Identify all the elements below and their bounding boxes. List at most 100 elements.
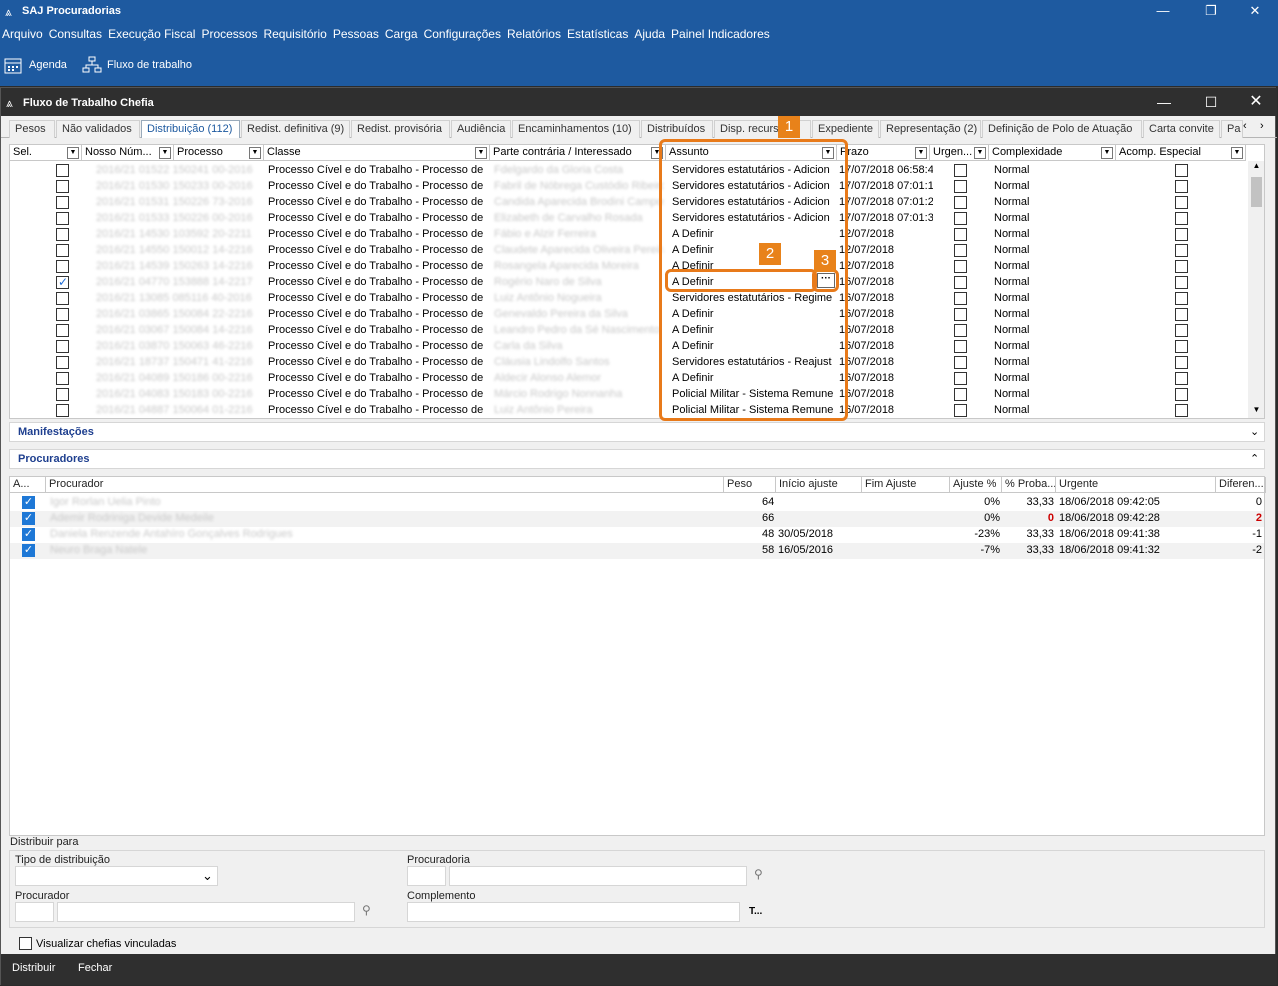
table-row[interactable]: 2016/21 01531 150226 73-20160512-00-8523…: [10, 195, 1248, 211]
procuradores-column-header-5[interactable]: Ajuste %: [950, 477, 1002, 493]
procurador-active-checkbox[interactable]: ✓: [22, 528, 35, 541]
filter-dropdown-icon[interactable]: ▼: [249, 147, 261, 159]
tab-13[interactable]: Pa: [1221, 120, 1243, 138]
urgente-checkbox[interactable]: [954, 388, 967, 401]
procuradoria-name-input[interactable]: [449, 866, 747, 886]
table-row[interactable]: 2016/21 18737 150471 41-22160512-00-8533…: [10, 355, 1248, 371]
column-header-2[interactable]: Processo ▼: [174, 145, 264, 161]
urgente-checkbox[interactable]: [954, 292, 967, 305]
row-select-checkbox[interactable]: [56, 180, 69, 193]
fluxo-trabalho-button[interactable]: Fluxo de trabalho: [82, 54, 212, 76]
menu-item-2[interactable]: Execução Fiscal: [106, 24, 197, 41]
table-row[interactable]: 2016/21 14530 103592 20-22110512-00-8525…: [10, 227, 1248, 243]
urgente-checkbox[interactable]: [954, 244, 967, 257]
procuradores-column-header-8[interactable]: Diferen...: [1216, 477, 1266, 493]
chevron-up-icon[interactable]: ⌃: [1250, 452, 1259, 465]
acomp-especial-checkbox[interactable]: [1175, 324, 1188, 337]
column-header-8[interactable]: Complexidade ▼: [989, 145, 1116, 161]
filter-dropdown-icon[interactable]: ▼: [67, 147, 79, 159]
filter-dropdown-icon[interactable]: ▼: [1101, 147, 1113, 159]
procurador-name-input[interactable]: [57, 902, 355, 922]
acomp-especial-checkbox[interactable]: [1175, 228, 1188, 241]
filter-dropdown-icon[interactable]: ▼: [974, 147, 986, 159]
table-row[interactable]: 2016/21 04887 150064 01-22160512-00-8536…: [10, 403, 1248, 418]
row-select-checkbox[interactable]: [56, 196, 69, 209]
search-icon[interactable]: ⚲: [754, 867, 763, 881]
menu-item-3[interactable]: Processos: [199, 24, 259, 41]
urgente-checkbox[interactable]: [954, 308, 967, 321]
acomp-especial-checkbox[interactable]: [1175, 356, 1188, 369]
procurador-row[interactable]: ✓ Ademir Rodriniga Devide Medeile 66 0% 0 18/…: [10, 511, 1264, 527]
row-select-checkbox[interactable]: [56, 308, 69, 321]
column-header-4[interactable]: Parte contrária / Interessado ▼: [490, 145, 666, 161]
column-header-6[interactable]: Prazo ▼: [837, 145, 930, 161]
row-select-checkbox[interactable]: [56, 372, 69, 385]
acomp-especial-checkbox[interactable]: [1175, 276, 1188, 289]
menu-item-8[interactable]: Relatórios: [505, 24, 563, 41]
scroll-up-icon[interactable]: ▲: [1248, 161, 1264, 175]
table-row[interactable]: 2016/21 01530 150233 00-20160512-00-8522…: [10, 179, 1248, 195]
row-select-checkbox[interactable]: [56, 164, 69, 177]
acomp-especial-checkbox[interactable]: [1175, 180, 1188, 193]
tab-7[interactable]: Distribuídos: [641, 120, 713, 138]
acomp-especial-checkbox[interactable]: [1175, 164, 1188, 177]
menu-item-10[interactable]: Ajuda: [632, 24, 667, 41]
row-select-checkbox[interactable]: [56, 260, 69, 273]
procuradores-column-header-2[interactable]: Peso: [724, 477, 776, 493]
scroll-thumb[interactable]: [1251, 177, 1262, 207]
acomp-especial-checkbox[interactable]: [1175, 212, 1188, 225]
urgente-checkbox[interactable]: [954, 212, 967, 225]
acomp-especial-checkbox[interactable]: [1175, 388, 1188, 401]
window-close-icon[interactable]: ✕: [1233, 90, 1278, 114]
acomp-especial-checkbox[interactable]: [1175, 308, 1188, 321]
visualizar-chefias-checkbox[interactable]: Visualizar chefias vinculadas: [19, 937, 219, 953]
column-header-0[interactable]: Sel. ▼: [10, 145, 82, 161]
urgente-checkbox[interactable]: [954, 340, 967, 353]
urgente-checkbox[interactable]: [954, 404, 967, 417]
acomp-especial-checkbox[interactable]: [1175, 404, 1188, 417]
row-select-checkbox[interactable]: [56, 340, 69, 353]
complemento-text-button[interactable]: T...: [749, 906, 762, 917]
urgente-checkbox[interactable]: [954, 228, 967, 241]
procuradores-column-header-4[interactable]: Fim Ajuste: [862, 477, 950, 493]
column-header-7[interactable]: Urgen... ▼: [930, 145, 989, 161]
tab-3[interactable]: Redist. definitiva (9): [241, 120, 350, 138]
column-header-3[interactable]: Classe ▼: [264, 145, 490, 161]
acomp-especial-checkbox[interactable]: [1175, 260, 1188, 273]
tab-5[interactable]: Audiência: [451, 120, 511, 138]
column-header-1[interactable]: Nosso Núm... ▼: [82, 145, 174, 161]
window-maximize-icon[interactable]: ☐: [1188, 90, 1234, 114]
row-select-checkbox[interactable]: [56, 404, 69, 417]
acomp-especial-checkbox[interactable]: [1175, 292, 1188, 305]
menu-item-4[interactable]: Requisitório: [261, 24, 328, 41]
tab-9[interactable]: Expediente: [812, 120, 879, 138]
table-row[interactable]: 2016/21 01533 150226 00-20160512-00-8524…: [10, 211, 1248, 227]
row-select-checkbox[interactable]: [56, 275, 69, 289]
filter-dropdown-icon[interactable]: ▼: [915, 147, 927, 159]
tab-2[interactable]: Distribuição (112): [141, 120, 240, 138]
chefias-checkbox[interactable]: [19, 937, 32, 950]
scroll-down-icon[interactable]: ▼: [1248, 405, 1264, 418]
tab-11[interactable]: Definição de Polo de Atuação: [982, 120, 1142, 138]
procuradores-section[interactable]: Procuradores ⌃: [9, 449, 1265, 469]
column-header-9[interactable]: Acomp. Especial ▼: [1116, 145, 1246, 161]
procurador-active-checkbox[interactable]: ✓: [22, 512, 35, 525]
urgente-checkbox[interactable]: [954, 276, 967, 289]
urgente-checkbox[interactable]: [954, 356, 967, 369]
urgente-checkbox[interactable]: [954, 164, 967, 177]
restore-icon[interactable]: ❐: [1188, 0, 1234, 24]
tab-scroll-left-icon[interactable]: ‹: [1243, 120, 1247, 132]
distribuir-button[interactable]: Distribuir: [12, 962, 55, 974]
table-row[interactable]: 2016/21 03067 150084 14-22160512-00-8531…: [10, 323, 1248, 339]
filter-dropdown-icon[interactable]: ▼: [159, 147, 171, 159]
menu-item-0[interactable]: Arquivo: [0, 24, 45, 41]
procurador-active-checkbox[interactable]: ✓: [22, 496, 35, 509]
grid-scrollbar[interactable]: ▲ ▼: [1248, 161, 1264, 418]
minimize-icon[interactable]: —: [1140, 0, 1186, 24]
procurador-active-checkbox[interactable]: ✓: [22, 544, 35, 557]
menu-item-7[interactable]: Configurações: [422, 24, 503, 41]
urgente-checkbox[interactable]: [954, 260, 967, 273]
menu-item-6[interactable]: Carga: [383, 24, 420, 41]
search-icon[interactable]: ⚲: [362, 903, 371, 917]
procuradores-column-header-3[interactable]: Início ajuste: [776, 477, 862, 493]
